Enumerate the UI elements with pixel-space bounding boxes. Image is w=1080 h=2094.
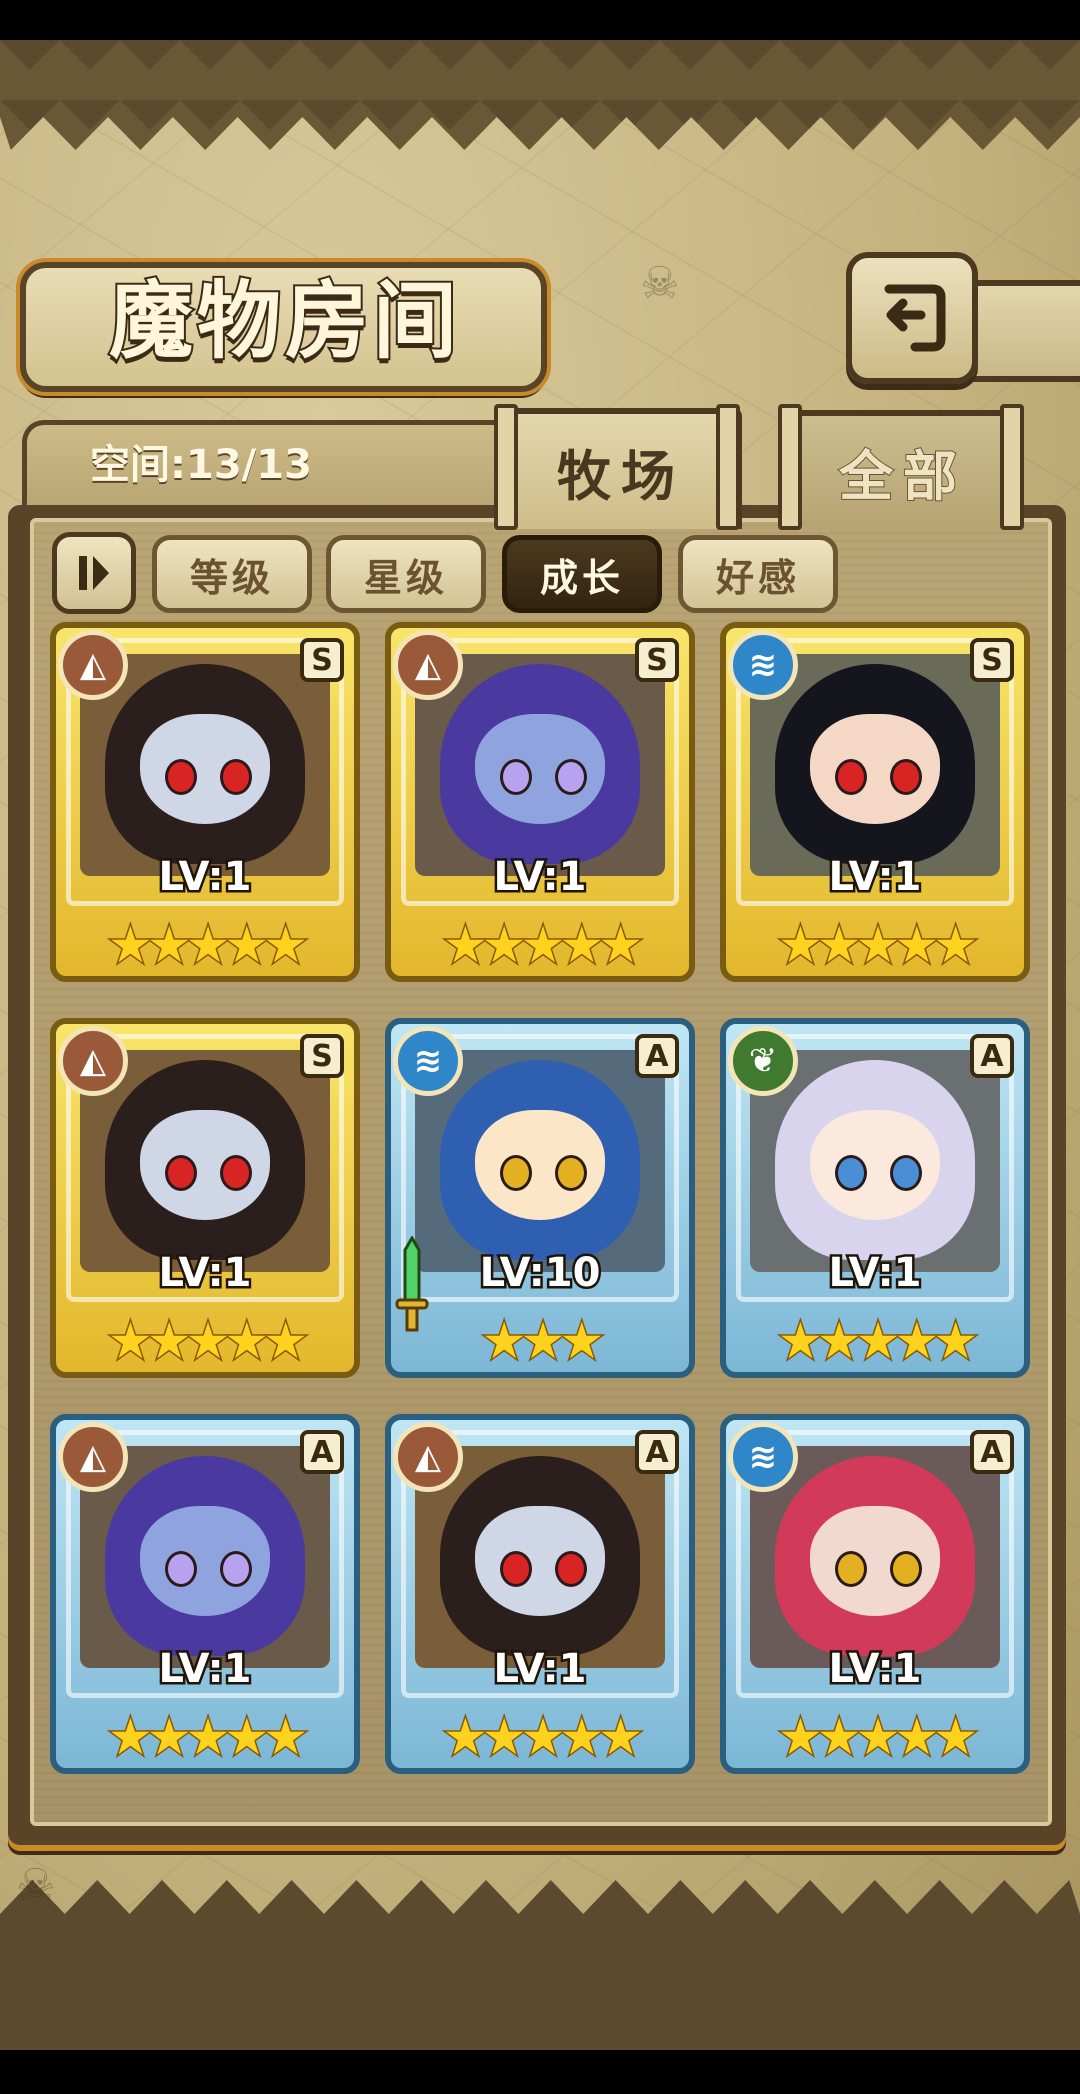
monster-stars: ★★★★★ [776,1707,979,1768]
monster-level: LV:1 [491,1644,589,1695]
water-element-icon: ≋ [728,630,798,700]
rank-badge: A [970,1430,1014,1474]
tab-post [716,404,740,530]
earth-element-icon: ◭ [58,1422,128,1492]
space-counter: 空间:13/13 [90,442,312,488]
tab-post [778,404,802,530]
monster-level: LV:1 [491,852,589,903]
monster-level: LV:1 [826,852,924,903]
skull-icon: ☠ [640,258,680,309]
monster-card[interactable]: ◭ S LV:1 ★★★★★ [50,1018,360,1378]
page-title: 魔物房间 [107,269,461,372]
rank-badge: S [300,1034,344,1078]
tab-post [1000,404,1024,530]
skull-icon: ☠ [16,1860,56,1911]
water-element-icon: ≋ [393,1026,463,1096]
sword-icon [395,1236,429,1332]
monster-card[interactable]: ◭ A LV:1 ★★★★★ [50,1414,360,1774]
rank-badge: A [300,1430,344,1474]
monster-level: LV:1 [156,1644,254,1695]
monster-card[interactable]: ≋ A LV:1 ★★★★★ [720,1414,1030,1774]
rank-badge: S [635,638,679,682]
monster-stars: ★★★★★ [106,1311,309,1372]
tab-ranch[interactable]: 牧场 [500,408,742,529]
monster-stars: ★★★★★ [441,915,644,976]
sort-order-toggle[interactable] [52,532,136,614]
monster-card[interactable]: ≋ S LV:1 ★★★★★ [720,622,1030,982]
rank-badge: S [300,638,344,682]
sort-star-button[interactable]: 星级 [326,535,486,613]
monster-stars: ★★★★★ [776,915,979,976]
monster-level: LV:1 [156,852,254,903]
wood-element-icon: ❦ [728,1026,798,1096]
earth-element-icon: ◭ [58,1026,128,1096]
sort-affection-button[interactable]: 好感 [678,535,838,613]
monster-stars: ★★★★★ [776,1311,979,1372]
monster-card[interactable]: ◭ A LV:1 ★★★★★ [385,1414,695,1774]
back-rail [966,280,1080,382]
rank-badge: A [635,1034,679,1078]
back-button[interactable] [846,252,978,384]
tab-all[interactable]: 全部 [782,410,1024,526]
monster-level: LV:1 [826,1644,924,1695]
rank-badge: A [970,1034,1014,1078]
monster-stars: ★★★ [480,1311,605,1372]
monster-stars: ★★★★★ [106,915,309,976]
monster-stars: ★★★★★ [441,1707,644,1768]
earth-element-icon: ◭ [393,1422,463,1492]
monster-level: LV:10 [477,1248,603,1299]
monster-card[interactable]: ❦ A LV:1 ★★★★★ [720,1018,1030,1378]
monster-stars: ★★★★★ [106,1707,309,1768]
earth-element-icon: ◭ [393,630,463,700]
tab-post [494,404,518,530]
monster-level: LV:1 [156,1248,254,1299]
monster-level: LV:1 [826,1248,924,1299]
monster-card[interactable]: ◭ S LV:1 ★★★★★ [385,622,695,982]
return-arrow-icon [884,284,946,352]
earth-element-icon: ◭ [58,630,128,700]
rank-badge: A [635,1430,679,1474]
map-torn-edge-bottom [0,1880,1080,2050]
sort-level-button[interactable]: 等级 [152,535,312,613]
sort-growth-button[interactable]: 成长 [502,535,662,613]
monster-card[interactable]: ◭ S LV:1 ★★★★★ [50,622,360,982]
water-element-icon: ≋ [728,1422,798,1492]
monster-card[interactable]: ≋ A LV:10 ★★★ [385,1018,695,1378]
rank-badge: S [970,638,1014,682]
sort-toggle-icon [79,556,109,590]
